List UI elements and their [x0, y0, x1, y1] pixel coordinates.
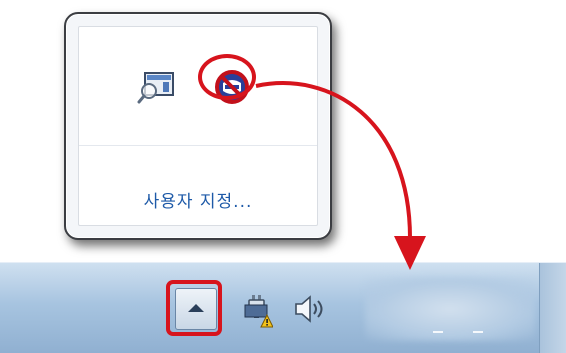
show-desktop-button[interactable]: [539, 263, 566, 353]
chevron-up-icon: [188, 304, 204, 312]
hidden-icons-row: [79, 27, 317, 145]
blocked-icon[interactable]: [212, 67, 252, 107]
popup-separator: [79, 145, 317, 146]
network-warning-icon[interactable]: [243, 293, 273, 329]
customize-link[interactable]: 사용자 지정...: [79, 187, 317, 212]
taskbar: [0, 262, 566, 353]
popup-content: 사용자 지정...: [78, 26, 318, 226]
search-window-icon[interactable]: [137, 71, 175, 105]
clock-dash: [433, 331, 443, 333]
clock-area[interactable]: [365, 277, 535, 341]
notification-overflow-popup: 사용자 지정...: [64, 12, 332, 240]
show-hidden-icons-button[interactable]: [175, 288, 217, 330]
clock-dash: [473, 331, 483, 333]
volume-icon[interactable]: [292, 291, 328, 327]
